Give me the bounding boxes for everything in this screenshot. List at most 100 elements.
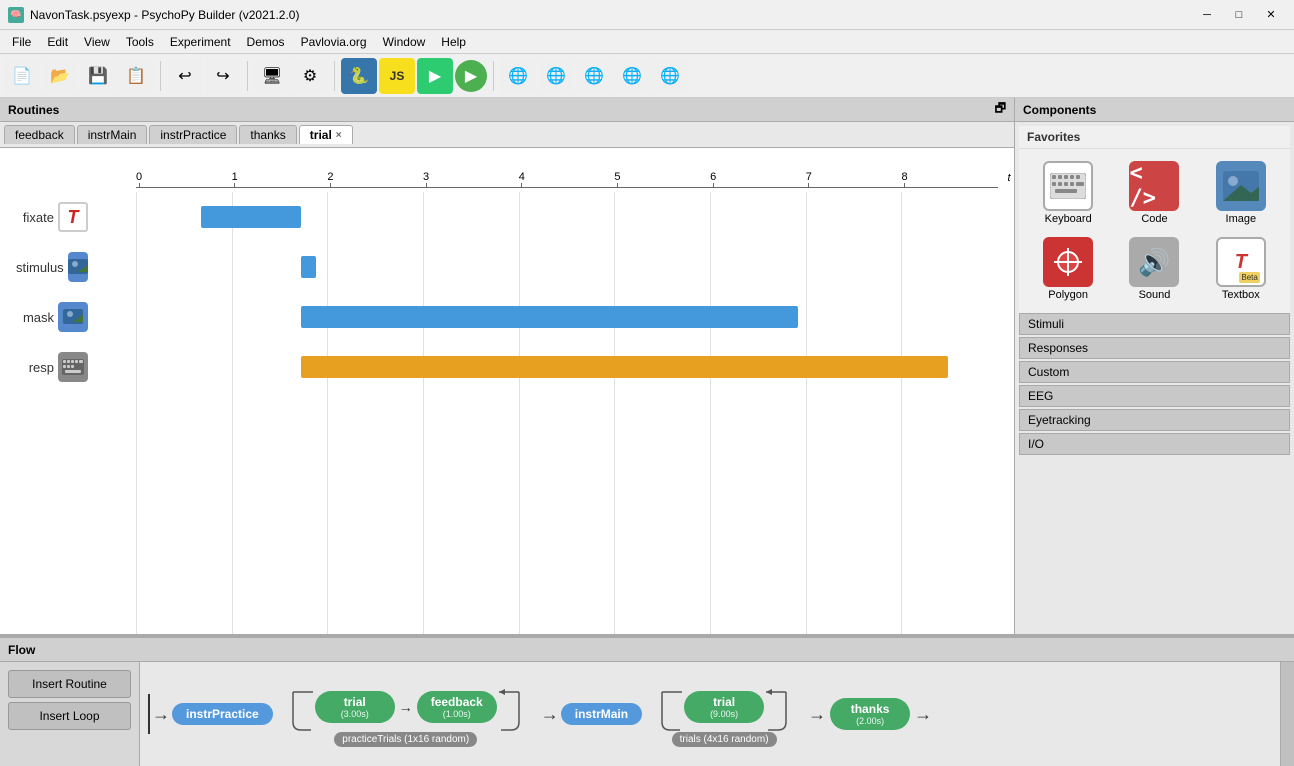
node-instrMain[interactable]: instrMain: [561, 703, 642, 725]
tab-feedback-label: feedback: [15, 128, 64, 142]
redo-button[interactable]: ↪: [205, 58, 241, 94]
menu-file[interactable]: File: [4, 33, 39, 51]
tab-instrMain-label: instrMain: [88, 128, 137, 142]
new-button[interactable]: 📄: [4, 58, 40, 94]
titlebar: 🧠 NavonTask.psyexp - PsychoPy Builder (v…: [0, 0, 1294, 30]
bar-stimulus[interactable]: [301, 256, 316, 278]
feedback-sub: (1.00s): [443, 709, 471, 719]
routines-panel: Routines 🗗 feedback instrMain instrPract…: [0, 98, 1014, 634]
comp-textbox[interactable]: T Beta Textbox: [1200, 233, 1282, 305]
flow-scrollbar[interactable]: [1280, 662, 1294, 766]
monitor-button[interactable]: 🖥: [254, 58, 290, 94]
arrow-0: →: [150, 704, 172, 725]
window-controls: ─ □ ✕: [1192, 5, 1286, 25]
maximize-button[interactable]: □: [1224, 5, 1254, 25]
icon-fixate[interactable]: T: [58, 202, 88, 232]
routines-tabs: feedback instrMain instrPractice thanks …: [0, 122, 1014, 148]
toolbar: 📄 📂 💾 📋 ↩ ↪ 🖥 ⚙ 🐍 JS ▶ ▶ 🌐 🌐 🌐 🌐 🌐: [0, 54, 1294, 98]
icon-stimulus[interactable]: [68, 252, 88, 282]
node-instrMain-label: instrMain: [575, 707, 628, 721]
loop-practice-container: trial (3.00s) → feedback (1.00s): [273, 682, 539, 747]
section-io-title[interactable]: I/O: [1019, 433, 1290, 455]
favorites-label: Favorites: [1019, 126, 1290, 149]
section-io: I/O: [1019, 433, 1290, 455]
web1-button[interactable]: 🌐: [500, 58, 536, 94]
routines-collapse[interactable]: 🗗: [995, 99, 1006, 120]
menu-tools[interactable]: Tools: [118, 33, 162, 51]
trial-main-sub: (9.00s): [710, 709, 738, 719]
section-eyetracking-title[interactable]: Eyetracking: [1019, 409, 1290, 431]
undo-button[interactable]: ↩: [167, 58, 203, 94]
runner-button[interactable]: ▶: [417, 58, 453, 94]
bar-resp[interactable]: [301, 356, 948, 378]
tab-instrPractice-label: instrPractice: [160, 128, 226, 142]
arrow-2: →: [806, 704, 828, 725]
comp-keyboard[interactable]: Keyboard: [1027, 157, 1109, 229]
icon-mask[interactable]: [58, 302, 88, 332]
tick-1: 1: [232, 171, 238, 188]
loop-main-container: trial (9.00s): [642, 682, 806, 747]
settings-button[interactable]: ⚙: [292, 58, 328, 94]
loop-main-label: trials (4x16 random): [672, 732, 777, 747]
tick-4: 4: [519, 171, 525, 188]
bar-fixate[interactable]: [201, 206, 300, 228]
menu-demos[interactable]: Demos: [239, 33, 293, 51]
open-button[interactable]: 📂: [42, 58, 78, 94]
web2-button[interactable]: 🌐: [538, 58, 574, 94]
comp-code[interactable]: < /> Code: [1113, 157, 1195, 229]
toolbar-separator-4: [493, 61, 494, 91]
comp-sound[interactable]: 🔊 Sound: [1113, 233, 1195, 305]
menu-pavlovia[interactable]: Pavlovia.org: [293, 33, 375, 51]
close-button[interactable]: ✕: [1256, 5, 1286, 25]
menu-help[interactable]: Help: [433, 33, 474, 51]
tab-instrMain[interactable]: instrMain: [77, 125, 148, 144]
tab-feedback[interactable]: feedback: [4, 125, 75, 144]
menu-edit[interactable]: Edit: [39, 33, 76, 51]
tab-thanks-label: thanks: [250, 128, 285, 142]
bar-mask[interactable]: [301, 306, 798, 328]
node-instrPractice[interactable]: instrPractice: [172, 703, 273, 725]
comp-polygon[interactable]: Polygon: [1027, 233, 1109, 305]
saveas-button[interactable]: 📋: [118, 58, 154, 94]
tab-trial-close[interactable]: ×: [336, 130, 342, 141]
menu-window[interactable]: Window: [375, 33, 434, 51]
js-button[interactable]: JS: [379, 58, 415, 94]
label-fixate: fixate T: [16, 202, 96, 232]
node-trial-main[interactable]: trial (9.00s): [684, 691, 764, 723]
tab-instrPractice[interactable]: instrPractice: [149, 125, 237, 144]
code-icon: < />: [1129, 161, 1179, 211]
web4-button[interactable]: 🌐: [614, 58, 650, 94]
web5-button[interactable]: 🌐: [652, 58, 688, 94]
components-header: Components: [1015, 98, 1294, 122]
app-icon: 🧠: [8, 7, 24, 23]
tick-3: 3: [423, 171, 429, 188]
tab-thanks[interactable]: thanks: [239, 125, 296, 144]
minimize-button[interactable]: ─: [1192, 5, 1222, 25]
run-button[interactable]: ▶: [455, 60, 487, 92]
thanks-label: thanks: [851, 702, 890, 716]
axis-label: t (sec): [1007, 172, 1014, 184]
section-custom-title[interactable]: Custom: [1019, 361, 1290, 383]
node-thanks[interactable]: thanks (2.00s): [830, 698, 910, 730]
tab-trial[interactable]: trial ×: [299, 125, 353, 144]
track-resp: [102, 352, 998, 382]
section-responses-title[interactable]: Responses: [1019, 337, 1290, 359]
menu-view[interactable]: View: [76, 33, 118, 51]
node-trial-practice[interactable]: trial (3.00s): [315, 691, 395, 723]
node-feedback[interactable]: feedback (1.00s): [417, 691, 497, 723]
label-resp: resp: [16, 352, 96, 382]
menubar: File Edit View Tools Experiment Demos Pa…: [0, 30, 1294, 54]
web3-button[interactable]: 🌐: [576, 58, 612, 94]
python-button[interactable]: 🐍: [341, 58, 377, 94]
insert-routine-button[interactable]: Insert Routine: [8, 670, 131, 698]
arrow-trial-feedback: →: [397, 699, 415, 715]
trial-practice-label: trial: [344, 695, 366, 709]
save-button[interactable]: 💾: [80, 58, 116, 94]
components-panel: Components Favorites Keyboard: [1014, 98, 1294, 634]
section-stimuli-title[interactable]: Stimuli: [1019, 313, 1290, 335]
section-eeg-title[interactable]: EEG: [1019, 385, 1290, 407]
insert-loop-button[interactable]: Insert Loop: [8, 702, 131, 730]
icon-resp[interactable]: [58, 352, 88, 382]
comp-image[interactable]: Image: [1200, 157, 1282, 229]
menu-experiment[interactable]: Experiment: [162, 33, 239, 51]
